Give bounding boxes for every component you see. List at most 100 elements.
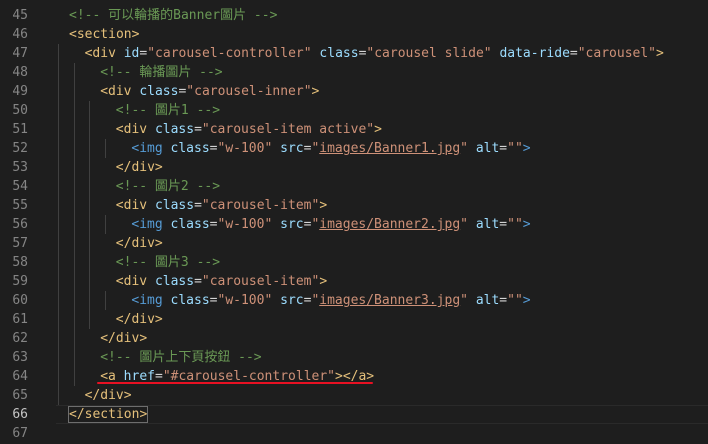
code-line[interactable]: <section> [56,25,708,44]
indent-guide [73,120,75,139]
code-token: "carousel" [577,46,657,61]
code-line[interactable]: <div class="carousel-item active"> [56,120,708,139]
indent-guide [58,367,59,386]
indent-guide [58,215,59,234]
code-line[interactable]: <!-- 輪播圖片 --> [56,63,708,82]
code-comment: <!-- 圖片上下頁按鈕 --> [100,350,262,365]
code-line[interactable]: <!-- 圖片3 --> [56,253,708,272]
line-number: 66 [12,407,28,422]
code-token: = [569,46,578,61]
code-token: "carousel-item" [201,198,320,213]
code-token: src [280,293,304,308]
code-token: "carousel-inner" [186,84,312,99]
indent-guide [58,139,59,158]
indent-guide [58,158,59,177]
code-token: <img [131,141,171,156]
code-comment: <!-- 圖片1 --> [115,103,221,118]
code-line[interactable]: <div class="carousel-inner"> [56,82,708,101]
code-token: class [170,141,210,156]
code-token: </div> [115,236,163,251]
code-token: = [209,217,218,232]
code-line[interactable]: </div> [56,234,708,253]
indent-guide [73,215,75,234]
indent-guide [58,44,59,63]
code-comment: <!-- 輪播圖片 --> [100,65,223,80]
indent-guide [58,272,59,291]
code-token: </section> [67,406,149,423]
code-token: > [311,84,320,99]
code-token: "w-100" [217,217,273,232]
code-token: " [460,217,468,232]
code-token: </div> [115,160,163,175]
code-comment: <!-- 圖片2 --> [115,179,221,194]
code-token: class [139,84,179,99]
indent-guide [104,291,106,310]
code-line[interactable]: <!-- 圖片1 --> [56,101,708,120]
line-number: 49 [12,84,28,99]
code-area[interactable]: <!-- 可以輪播的Banner圖片 --> <section> <div id="… [56,0,708,443]
indent-guide [58,234,59,253]
code-line[interactable]: <div class="carousel-item"> [56,272,708,291]
code-token: <div [100,84,140,99]
code-line[interactable]: </div> [56,386,708,405]
code-token: <div [115,122,155,137]
indent-guide [104,139,106,158]
code-line[interactable]: </div> [56,329,708,348]
indent-guide [89,234,91,253]
code-line[interactable]: <div id="carousel-controller" class="car… [56,44,708,63]
code-token: class [154,198,195,213]
line-number: 54 [12,179,28,194]
code-line[interactable]: </div> [56,158,708,177]
indent-guide [89,253,91,272]
code-line[interactable]: <img class="w-100" src="images/Banner2.j… [56,215,708,234]
code-line[interactable]: </section> [56,405,708,424]
indent-guide [58,253,59,272]
code-token: = [194,198,202,213]
file-path-link[interactable]: images/Banner2.jpg [319,217,460,232]
code-editor[interactable]: 45 46 47 48 49 50 51 52 53 54 55 56 57 58 59 60 61 62 63 64… [0,0,708,444]
indent-guide [58,386,59,405]
indent-guide [89,101,91,120]
indent-guide [89,215,91,234]
code-token: "carousel-item active" [201,122,375,137]
indent-guide [58,291,59,310]
code-token: <img [131,217,171,232]
code-token: "" [507,217,523,232]
code-token: <div [115,274,155,289]
code-comment: <!-- 可以輪播的Banner圖片 --> [69,8,278,23]
code-line[interactable] [56,424,708,443]
code-line[interactable]: <img class="w-100" src="images/Banner1.j… [56,139,708,158]
file-path-link[interactable]: images/Banner1.jpg [319,141,460,156]
code-token: > [656,46,664,61]
code-token: </div> [84,388,132,403]
indent-guide [58,63,59,82]
indent-guide [58,82,59,101]
line-number: 55 [12,198,28,213]
code-comment: <!-- 圖片3 --> [115,255,221,270]
code-line[interactable]: <img class="w-100" src="images/Banner3.j… [56,291,708,310]
code-line[interactable]: <!-- 圖片上下頁按鈕 --> [56,348,708,367]
line-number-gutter: 45 46 47 48 49 50 51 52 53 54 55 56 57 58 59 60 61 62 63 64… [0,0,40,444]
line-number: 45 [12,8,28,23]
file-path-link[interactable]: images/Banner3.jpg [319,293,460,308]
line-number: 48 [12,65,28,80]
code-token: </div> [100,331,148,346]
code-line[interactable]: </div> [56,310,708,329]
code-token: > [522,217,531,232]
code-line[interactable]: <!-- 圖片2 --> [56,177,708,196]
code-token: " [460,141,468,156]
code-token: id [123,46,140,61]
code-line[interactable]: <!-- 可以輪播的Banner圖片 --> [56,6,708,25]
code-token: <div [84,46,124,61]
code-token: "carousel slide" [366,46,492,61]
indent-guide [73,177,75,196]
code-token: = [209,141,218,156]
line-number: 59 [12,274,28,289]
code-token: data-ride [499,46,570,61]
indent-guide [89,310,91,329]
code-line[interactable]: <div class="carousel-item"> [56,196,708,215]
